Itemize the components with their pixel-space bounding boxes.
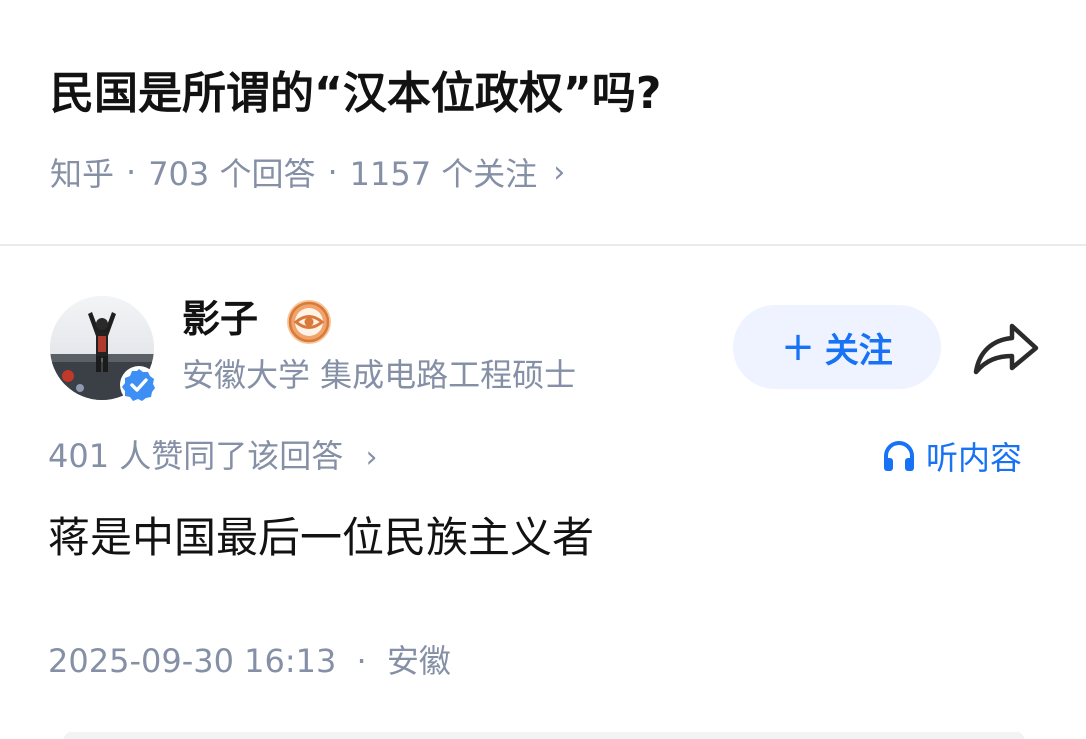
zhihu-answer-page: 民国是所谓的“汉本位政权”吗? 知乎 · 703 个回答 · 1157 个关注 …	[0, 0, 1086, 739]
chevron-right-icon: ›	[553, 154, 566, 190]
avatar[interactable]	[50, 296, 158, 404]
follow-button-label: 关注	[824, 330, 893, 371]
answers-count: 703 个回答	[148, 155, 316, 193]
listen-button[interactable]: 听内容	[880, 432, 1022, 480]
vote-count-text: 401 人赞同了该回答	[48, 437, 344, 475]
follow-button[interactable]: + 关注	[733, 305, 941, 389]
plus-icon: +	[781, 324, 815, 370]
vote-summary[interactable]: 401 人赞同了该回答 ›	[48, 432, 377, 482]
meta-separator: ·	[126, 153, 137, 191]
comment-bar-edge	[64, 732, 1024, 739]
answer-location: 安徽	[386, 642, 451, 680]
author-name[interactable]: 影子	[182, 294, 258, 344]
medal-eye-icon[interactable]	[285, 298, 333, 346]
answer-datetime: 2025-09-30 16:13	[48, 642, 337, 680]
author-description: 安徽大学 集成电路工程硕士	[182, 356, 577, 394]
answer-timestamp: 2025-09-30 16:13 · 安徽	[48, 636, 451, 686]
question-meta[interactable]: 知乎 · 703 个回答 · 1157 个关注 ›	[50, 148, 565, 196]
question-title[interactable]: 民国是所谓的“汉本位政权”吗?	[50, 58, 1050, 130]
followers-count: 1157 个关注	[349, 155, 538, 193]
question-source: 知乎	[50, 155, 115, 193]
chevron-right-icon: ›	[365, 440, 378, 475]
listen-label: 听内容	[926, 439, 1023, 477]
verified-check-icon	[120, 366, 158, 404]
headphones-icon	[884, 441, 914, 471]
meta-separator: ·	[356, 642, 367, 680]
section-divider	[0, 244, 1086, 246]
answer-content: 蒋是中国最后一位民族主义者	[48, 513, 595, 562]
share-arrow-icon[interactable]	[970, 318, 1042, 378]
meta-separator: ·	[327, 153, 338, 191]
